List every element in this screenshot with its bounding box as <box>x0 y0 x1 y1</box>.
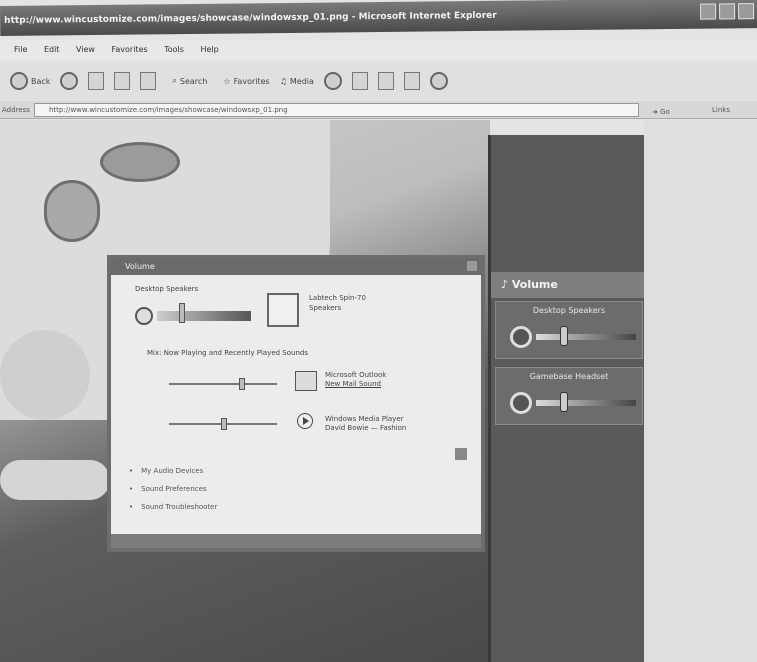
favorites-button[interactable]: ☆ Favorites <box>223 77 269 86</box>
dialog-title: Volume <box>125 262 155 271</box>
refresh-button[interactable] <box>114 72 131 90</box>
home-icon <box>140 72 157 90</box>
dialog-title-bar: Volume <box>111 259 481 275</box>
browser-title-bar: http://www.wincustomize.com/images/showc… <box>0 0 757 36</box>
maximize-button[interactable] <box>719 3 736 20</box>
messenger-icon <box>429 72 448 90</box>
refresh-icon <box>114 72 131 90</box>
favorites-label: Favorites <box>233 76 270 86</box>
sound-preferences-link[interactable]: Sound Preferences <box>129 485 206 493</box>
print-icon <box>377 72 394 90</box>
menu-view[interactable]: View <box>76 45 95 54</box>
media-label: Media <box>289 76 314 86</box>
menu-bar: File Edit View Favorites Tools Help <box>0 40 757 60</box>
mail-icon <box>351 72 368 90</box>
stand-image <box>0 330 90 420</box>
media-player-app-name: Windows Media Player <box>325 415 404 423</box>
page-background <box>644 120 757 662</box>
sidebar-volume-thumb[interactable] <box>560 392 568 412</box>
window-title: http://www.wincustomize.com/images/showc… <box>4 10 497 26</box>
forward-icon <box>60 72 79 90</box>
menu-favorites[interactable]: Favorites <box>112 45 148 54</box>
home-button[interactable] <box>140 72 157 90</box>
speaker-icon[interactable] <box>510 326 532 348</box>
device-name: Labtech Spin-70 Speakers <box>309 294 366 312</box>
page-content: Volume Desktop Speakers Labtech Spin-70 … <box>0 120 757 662</box>
search-label: Search <box>179 76 208 86</box>
sidebar-volume-slider[interactable] <box>536 334 636 340</box>
sidebar-panel-label: Desktop Speakers <box>532 306 606 315</box>
volume-icon: ♪ <box>501 278 512 291</box>
forward-button[interactable] <box>60 72 79 90</box>
menu-tools[interactable]: Tools <box>164 45 184 54</box>
go-label: Go <box>660 108 670 116</box>
media-player-app-detail: David Bowie — Fashion <box>325 424 407 432</box>
headset-icon[interactable] <box>510 392 532 414</box>
links-label[interactable]: Links <box>712 101 730 119</box>
star-icon: ☆ <box>223 76 231 86</box>
play-icon <box>297 413 313 429</box>
address-input[interactable]: http://www.wincustomize.com/images/showc… <box>34 103 639 117</box>
outlook-volume-thumb[interactable] <box>239 378 245 390</box>
media-icon: ♫ <box>279 76 287 86</box>
scroll-down-button[interactable] <box>455 448 467 460</box>
menu-edit[interactable]: Edit <box>44 45 60 54</box>
edit-icon <box>403 72 420 90</box>
minimize-button[interactable] <box>700 3 717 20</box>
address-bar: Address http://www.wincustomize.com/imag… <box>0 101 757 119</box>
go-button[interactable]: ➜ Go <box>652 103 670 121</box>
close-button[interactable] <box>738 3 755 20</box>
outlook-icon <box>295 371 317 391</box>
sidebar-volume-header: ♪ Volume <box>491 272 647 298</box>
back-button[interactable]: Back <box>10 72 50 90</box>
master-volume-slider[interactable] <box>157 311 251 321</box>
sidebar-panel-headset: Gamebase Headset <box>495 367 643 425</box>
sidebar-panel-desktop-speakers: Desktop Speakers <box>495 301 643 359</box>
stop-button[interactable] <box>88 72 105 90</box>
volume-dialog: Volume Desktop Speakers Labtech Spin-70 … <box>107 255 485 552</box>
address-label: Address <box>2 106 30 114</box>
speaker-image <box>100 142 180 182</box>
outlook-app-name: Microsoft Outlook <box>325 371 387 379</box>
audio-devices-link[interactable]: My Audio Devices <box>129 467 203 475</box>
mail-button[interactable] <box>351 72 368 90</box>
cloud-image <box>0 460 110 500</box>
search-icon: ⌕ <box>172 76 177 85</box>
gadget-sidebar: ♪ Volume Desktop Speakers Gamebase Heads… <box>488 135 647 662</box>
sound-troubleshooter-link[interactable]: Sound Troubleshooter <box>129 503 217 511</box>
outlook-app-detail[interactable]: New Mail Sound <box>325 380 381 388</box>
media-player-volume-thumb[interactable] <box>221 418 227 430</box>
browser-toolbar: Back ⌕ Search ☆ Favorites ♫ Media <box>0 62 757 100</box>
speaker-icon <box>135 307 153 325</box>
history-button[interactable] <box>323 72 342 90</box>
sidebar-panel-label: Gamebase Headset <box>529 372 609 381</box>
back-icon <box>10 72 28 90</box>
master-volume-thumb[interactable] <box>179 303 185 323</box>
outlook-volume-slider[interactable] <box>169 378 277 390</box>
dialog-close-button[interactable] <box>467 261 477 271</box>
history-icon <box>323 72 342 90</box>
speaker-image <box>44 180 100 242</box>
media-button[interactable]: ♫ Media <box>280 77 314 86</box>
back-label: Back <box>31 76 51 86</box>
sidebar-volume-thumb[interactable] <box>560 326 568 346</box>
desktop-speakers-label: Desktop Speakers <box>135 285 199 293</box>
menu-file[interactable]: File <box>14 45 27 54</box>
edit-button[interactable] <box>403 72 420 90</box>
search-button[interactable]: ⌕ Search <box>172 76 207 86</box>
mix-header: Mix: Now Playing and Recently Played Sou… <box>147 349 308 357</box>
dialog-footer <box>111 534 481 548</box>
speakers-device-icon <box>267 293 299 327</box>
media-player-volume-slider[interactable] <box>169 418 277 430</box>
print-button[interactable] <box>377 72 394 90</box>
messenger-button[interactable] <box>429 72 448 90</box>
menu-help[interactable]: Help <box>200 45 218 54</box>
sidebar-volume-slider[interactable] <box>536 400 636 406</box>
stop-icon <box>88 72 105 90</box>
sidebar-title: Volume <box>511 278 558 291</box>
